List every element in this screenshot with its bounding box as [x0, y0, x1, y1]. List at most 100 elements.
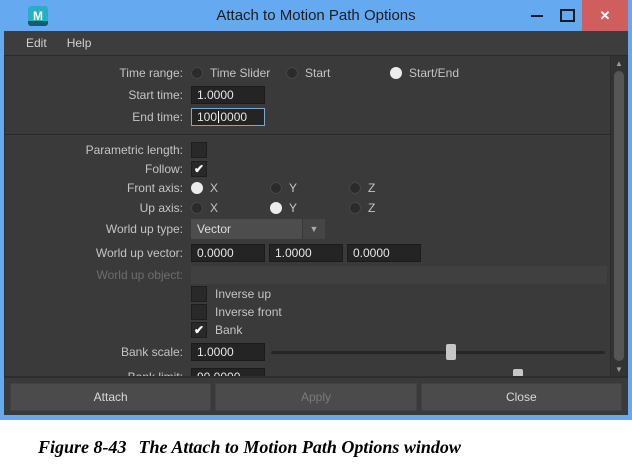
world-up-type-dropdown[interactable]: Vector ▼ — [191, 219, 325, 239]
time-range-label: Time range: — [5, 66, 191, 80]
inverse-front-row: Inverse front — [5, 303, 611, 321]
up-axis-label: Up axis: — [5, 201, 191, 215]
end-time-input[interactable]: 100.0000 — [191, 108, 265, 126]
radio-label: X — [210, 201, 218, 215]
radio-label: Z — [368, 181, 375, 195]
menubar: Edit Help — [4, 31, 628, 56]
radio-label: X — [210, 181, 218, 195]
maximize-button[interactable] — [552, 0, 582, 31]
world-up-object-row: World up object: — [5, 264, 611, 285]
radio-label: Start — [305, 66, 330, 80]
scroll-down-icon[interactable]: ▼ — [611, 362, 627, 376]
start-time-input[interactable]: 1.0000 — [191, 86, 265, 104]
world-up-vector-z-input[interactable]: 0.0000 — [347, 244, 421, 262]
world-up-vector-label: World up vector: — [5, 246, 191, 260]
options-form: Time range: Time Slider Start Start/End — [5, 56, 611, 377]
bank-scale-input[interactable]: 1.0000 — [191, 343, 265, 361]
window-controls: ✕ — [522, 0, 628, 31]
radio-start-end[interactable]: Start/End — [390, 66, 459, 80]
follow-row: Follow: — [5, 159, 611, 178]
radio-icon[interactable] — [349, 182, 361, 194]
dropdown-value: Vector — [191, 219, 302, 239]
radio-icon[interactable] — [349, 202, 361, 214]
radio-icon[interactable] — [191, 202, 203, 214]
radio-front-y[interactable]: Y — [270, 181, 349, 195]
radio-up-y[interactable]: Y — [270, 201, 349, 215]
radio-front-x[interactable]: X — [191, 181, 270, 195]
titlebar: M Attach to Motion Path Options ✕ — [4, 0, 628, 31]
vertical-scrollbar[interactable]: ▲ ▼ — [610, 56, 627, 376]
slider-handle[interactable] — [513, 369, 523, 378]
world-up-vector-row: World up vector: 0.0000 1.0000 0.0000 — [5, 241, 611, 264]
radio-time-slider[interactable]: Time Slider — [191, 66, 286, 80]
end-time-value: 100.0000 — [197, 110, 247, 124]
parametric-length-checkbox[interactable] — [191, 142, 207, 158]
radio-label: Time Slider — [210, 66, 270, 80]
bank-limit-label: Bank limit: — [5, 370, 191, 378]
chevron-down-icon[interactable]: ▼ — [302, 219, 325, 239]
bank-scale-slider[interactable] — [271, 343, 605, 361]
scrollbar-thumb[interactable] — [614, 71, 624, 361]
close-button[interactable]: ✕ — [582, 0, 628, 31]
front-axis-row: Front axis: X Y Z — [5, 178, 611, 198]
inverse-front-checkbox[interactable] — [191, 304, 207, 320]
radio-start[interactable]: Start — [286, 66, 390, 80]
page: M Attach to Motion Path Options ✕ Edit H… — [0, 0, 632, 471]
inverse-up-row: Inverse up — [5, 285, 611, 303]
end-time-row: End time: 100.0000 — [5, 106, 611, 128]
bank-row: Bank — [5, 321, 611, 339]
scroll-up-icon[interactable]: ▲ — [611, 56, 627, 70]
text-caret — [218, 111, 219, 123]
front-axis-label: Front axis: — [5, 181, 191, 195]
radio-icon[interactable] — [270, 202, 282, 214]
radio-icon[interactable] — [286, 67, 298, 79]
apply-button[interactable]: Apply — [215, 383, 416, 411]
start-time-label: Start time: — [5, 88, 191, 102]
bank-label: Bank — [215, 323, 242, 337]
bank-limit-input[interactable]: 90.0000 — [191, 368, 265, 378]
radio-label: Z — [368, 201, 375, 215]
slider-track[interactable] — [271, 351, 605, 354]
start-time-row: Start time: 1.0000 — [5, 84, 611, 106]
world-up-type-label: World up type: — [5, 222, 191, 236]
world-up-vector-x-input[interactable]: 0.0000 — [191, 244, 265, 262]
follow-label: Follow: — [5, 162, 191, 176]
bank-limit-slider[interactable] — [271, 368, 605, 378]
radio-icon[interactable] — [270, 182, 282, 194]
minimize-icon — [531, 15, 543, 17]
figure-number: Figure 8-43 — [38, 437, 127, 457]
options-panel: Time range: Time Slider Start Start/End — [4, 56, 628, 377]
radio-icon[interactable] — [191, 182, 203, 194]
parametric-length-row: Parametric length: — [5, 141, 611, 159]
radio-front-z[interactable]: Z — [349, 181, 375, 195]
radio-up-x[interactable]: X — [191, 201, 270, 215]
close-icon: ✕ — [600, 8, 611, 24]
radio-icon[interactable] — [191, 67, 203, 79]
radio-label: Start/End — [409, 66, 459, 80]
menu-help[interactable]: Help — [59, 34, 100, 52]
slider-track[interactable] — [271, 376, 605, 378]
world-up-type-row: World up type: Vector ▼ — [5, 217, 611, 241]
inverse-front-label: Inverse front — [215, 305, 282, 319]
radio-label: Y — [289, 201, 297, 215]
close-action-button[interactable]: Close — [421, 383, 622, 411]
section-divider — [5, 134, 611, 135]
follow-checkbox[interactable] — [191, 161, 207, 177]
window-body: Edit Help Time range: Time Slider Start — [4, 31, 628, 415]
up-axis-row: Up axis: X Y Z — [5, 198, 611, 217]
radio-up-z[interactable]: Z — [349, 201, 375, 215]
inverse-up-checkbox[interactable] — [191, 286, 207, 302]
slider-handle[interactable] — [446, 344, 456, 360]
maximize-icon — [560, 9, 575, 22]
attach-button[interactable]: Attach — [10, 383, 211, 411]
world-up-vector-y-input[interactable]: 1.0000 — [269, 244, 343, 262]
radio-label: Y — [289, 181, 297, 195]
bank-checkbox[interactable] — [191, 322, 207, 338]
menu-edit[interactable]: Edit — [18, 34, 55, 52]
minimize-button[interactable] — [522, 0, 552, 31]
parametric-length-label: Parametric length: — [5, 143, 191, 157]
bank-scale-row: Bank scale: 1.0000 — [5, 339, 611, 364]
figure-caption-text: The Attach to Motion Path Options window — [139, 437, 461, 457]
world-up-object-input — [191, 266, 607, 284]
radio-icon[interactable] — [390, 67, 402, 79]
